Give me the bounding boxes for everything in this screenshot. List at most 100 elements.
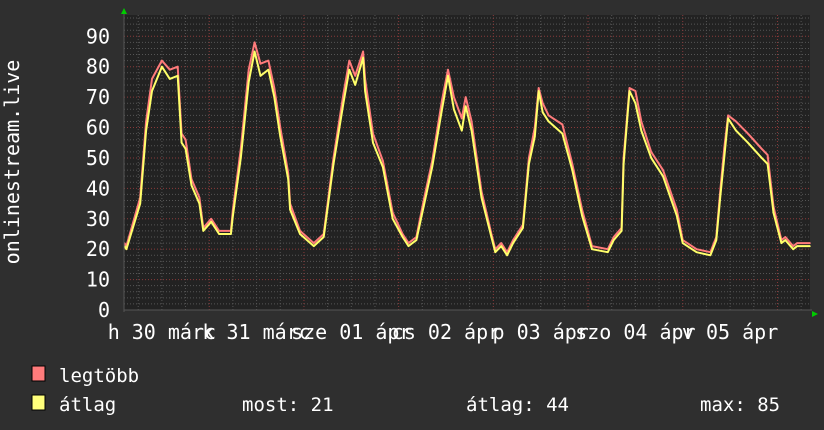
data-point (561, 123, 564, 126)
data-point (312, 245, 315, 247)
x-axis-ticks: h 30 márck 31 márcsze 01 áprcs 02 áprp 0… (108, 320, 779, 344)
data-point (628, 87, 631, 89)
plot-area (124, 15, 810, 310)
data-point (253, 50, 256, 53)
data-point (512, 242, 514, 244)
y-axis-arrow-icon (121, 8, 127, 14)
data-point (391, 217, 394, 220)
data-point (628, 90, 631, 92)
data-point (650, 157, 652, 159)
y-tick-label: 30 (86, 207, 110, 231)
data-point (522, 227, 524, 229)
data-point (735, 120, 737, 123)
data-point (760, 148, 763, 150)
data-point (273, 87, 276, 89)
y-tick-label: 0 (98, 298, 110, 322)
data-point (289, 208, 291, 211)
data-point (640, 129, 643, 132)
data-point (500, 242, 503, 244)
data-point (650, 151, 652, 153)
data-point (547, 114, 550, 117)
data-point (259, 75, 262, 77)
data-point (151, 90, 153, 92)
data-point (490, 236, 493, 238)
data-point (342, 102, 345, 104)
data-point (348, 59, 351, 62)
data-point (267, 59, 270, 62)
data-point (401, 236, 404, 238)
data-point (362, 56, 364, 59)
stat-max: max: 85 (700, 394, 780, 416)
x-tick-label: cs 02 ápr (392, 320, 500, 344)
data-point (561, 132, 564, 135)
y-axis-label: onlinestream.live (0, 60, 24, 265)
data-point (796, 245, 798, 247)
data-point (715, 239, 718, 241)
data-point (634, 90, 637, 92)
data-point (662, 175, 664, 177)
data-point (606, 251, 609, 254)
y-tick-label: 90 (86, 24, 110, 48)
data-point (273, 96, 276, 98)
data-point (460, 129, 463, 132)
data-point (267, 68, 270, 71)
data-point (792, 248, 795, 250)
data-point (202, 230, 205, 232)
data-point (709, 254, 712, 257)
y-tick-label: 60 (86, 116, 110, 140)
data-point (230, 233, 232, 235)
data-point (676, 208, 678, 211)
data-point (470, 129, 473, 132)
data-point (547, 120, 550, 123)
data-point (382, 166, 384, 168)
data-point (470, 120, 473, 123)
y-axis-ticks: 0 10 20 30 40 50 60 70 80 90 (86, 24, 110, 322)
data-point (447, 68, 449, 71)
data-point (382, 160, 384, 162)
data-point (766, 154, 769, 156)
data-point (784, 239, 787, 241)
data-point (423, 202, 426, 205)
data-point (247, 81, 250, 83)
data-point (591, 248, 593, 250)
data-point (747, 132, 749, 135)
data-point (184, 148, 187, 150)
legend-swatch-max (31, 365, 46, 382)
data-point (453, 96, 455, 98)
legend-label-avg: átlag (59, 394, 116, 416)
data-point (218, 233, 220, 235)
y-tick-label: 10 (86, 268, 110, 292)
x-tick-label: h 30 márc (108, 320, 216, 344)
data-point (364, 90, 366, 92)
data-point (168, 68, 171, 71)
data-point (322, 236, 325, 238)
data-point (620, 230, 623, 232)
data-point (727, 117, 729, 120)
data-point (464, 96, 467, 98)
data-point (125, 248, 128, 250)
data-point (161, 65, 163, 68)
chart-svg: 0 10 20 30 40 50 60 70 80 90 h 30 márck 31 márcsz… (0, 8, 818, 416)
data-point (792, 245, 795, 247)
data-point (415, 239, 418, 241)
data-point (184, 138, 187, 141)
data-point (247, 68, 250, 71)
data-point (139, 202, 141, 205)
data-point (176, 75, 179, 77)
data-point (407, 245, 410, 247)
data-point (176, 65, 179, 68)
data-point (453, 108, 455, 111)
data-point (354, 75, 357, 77)
x-tick-label: v 05 ápr (682, 320, 778, 344)
data-point (372, 141, 374, 144)
data-point (612, 239, 615, 241)
data-point (460, 117, 463, 120)
data-point (253, 41, 256, 44)
data-point (537, 87, 540, 89)
data-point (809, 245, 811, 247)
data-point (640, 120, 643, 123)
stat-average: átlag: 44 (466, 394, 569, 416)
data-point (772, 211, 775, 214)
y-tick-label: 50 (86, 146, 110, 170)
data-point (210, 221, 213, 223)
